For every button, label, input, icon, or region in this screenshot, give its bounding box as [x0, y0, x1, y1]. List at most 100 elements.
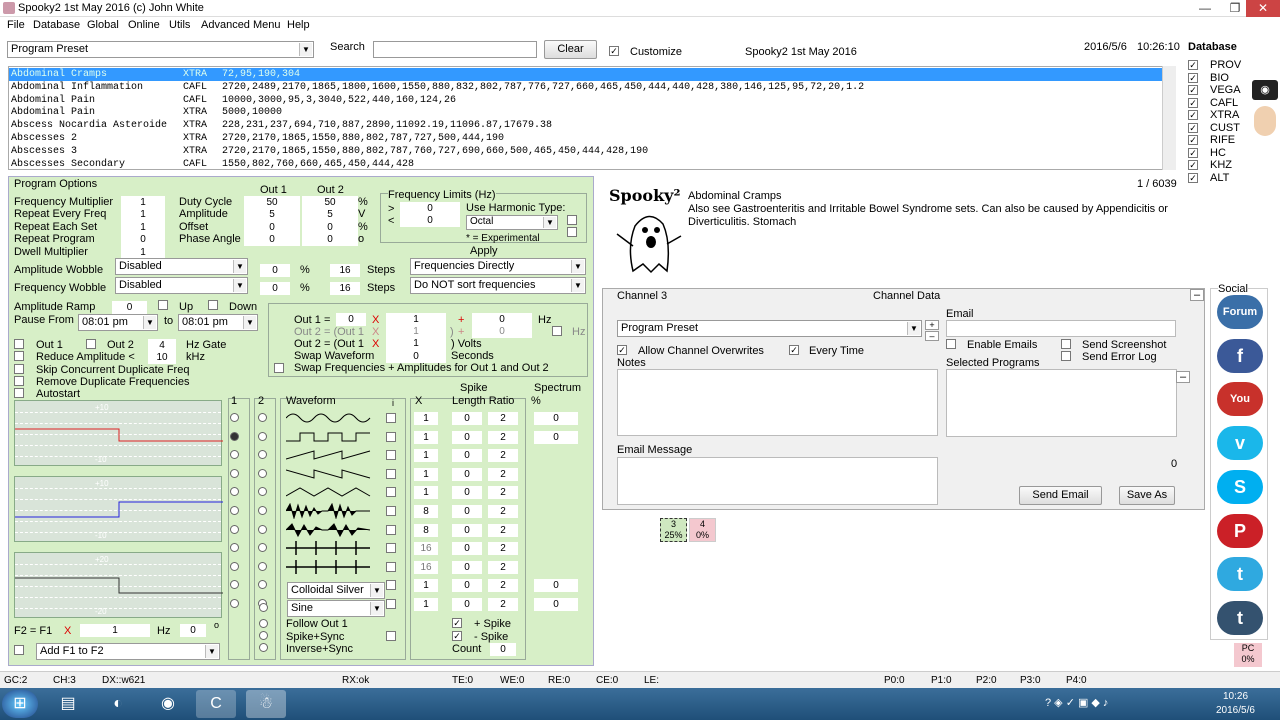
out1-checkbox[interactable]	[14, 339, 24, 349]
allow-overwrite-checkbox[interactable]: ✓	[617, 345, 627, 355]
pause-from-picker[interactable]: 08:01 pm ▼	[78, 314, 158, 331]
follow-radio[interactable]	[259, 603, 268, 612]
eq-add2-input[interactable]: 0	[472, 325, 532, 338]
program-list[interactable]: Abdominal Cramps XTRA 72,95,190,304 Abdomin…	[8, 66, 1176, 170]
database-item[interactable]: ✓ RIFE	[1188, 134, 1248, 146]
program-row[interactable]: Abscesses 3 XTRA 2720,2170,1865,1550,880,8…	[9, 145, 1169, 158]
spike-ratio-input[interactable]: 2	[488, 412, 518, 425]
waveform-x-input[interactable]: 16	[414, 542, 438, 556]
out1-option-input[interactable]: 5	[244, 208, 300, 222]
database-item[interactable]: ✓ CUST	[1188, 122, 1248, 134]
database-item[interactable]: ✓ CAFL	[1188, 97, 1248, 109]
chrome-icon[interactable]: ◉	[148, 690, 188, 718]
waveform-x-input[interactable]: 1	[414, 598, 438, 611]
vimeo-icon[interactable]: v	[1217, 426, 1263, 461]
waveform-checkbox[interactable]	[386, 524, 396, 535]
add-f1-dropdown[interactable]: Add F1 to F2 ▼	[36, 643, 220, 660]
spike-ratio-input[interactable]: 2	[488, 467, 518, 481]
database-item[interactable]: ✓ ALT	[1188, 172, 1248, 184]
freq-wobble-pct-input[interactable]: 0	[260, 282, 290, 295]
option-input[interactable]: 1	[121, 245, 165, 259]
minimize-button[interactable]: —	[1190, 0, 1220, 17]
enable-emails-checkbox[interactable]	[946, 339, 956, 349]
channel-preset-dropdown[interactable]: Program Preset ▼	[617, 320, 922, 337]
out2-wave-radio[interactable]	[258, 561, 267, 571]
support-avatar-icon[interactable]	[1254, 106, 1276, 136]
remove-duplicate-checkbox[interactable]	[14, 376, 24, 386]
spike-sync-checkbox[interactable]	[386, 631, 396, 641]
program-row[interactable]: Abdominal Pain XTRA 5000,10000	[9, 106, 1169, 119]
waveform-checkbox[interactable]	[386, 543, 396, 554]
waveform-x-input[interactable]: 1	[414, 449, 438, 463]
inverse-radio-b[interactable]	[259, 643, 268, 652]
app-task-icon[interactable]: C	[196, 690, 236, 718]
program-row[interactable]: Abdominal Pain CAFL 10000,3000,95,3,3040,5…	[9, 94, 1169, 107]
tray-icons[interactable]: ? ◈ ✓ ▣ ◆ ♪	[1045, 696, 1108, 709]
program-row[interactable]: Abscesses 2 XTRA 2720,2170,1865,1550,880,8…	[9, 132, 1169, 145]
waveform-checkbox[interactable]	[386, 506, 396, 516]
eq-out2-checkbox[interactable]	[552, 326, 562, 336]
option-input[interactable]: 0	[121, 233, 165, 247]
customize-checkbox[interactable]: ✓	[609, 46, 619, 56]
spike-ratio-input[interactable]: 2	[488, 598, 518, 611]
waveform-checkbox[interactable]	[386, 450, 396, 461]
reduce-checkbox[interactable]	[14, 351, 24, 361]
amp-wobble-dropdown[interactable]: Disabled ▼	[115, 258, 248, 275]
skip-duplicate-checkbox[interactable]	[14, 364, 24, 374]
option-input[interactable]: 1	[121, 220, 165, 234]
database-checkbox[interactable]: ✓	[1188, 160, 1198, 170]
count-input[interactable]: 0	[490, 643, 516, 656]
database-checkbox[interactable]: ✓	[1188, 135, 1198, 145]
database-checkbox[interactable]: ✓	[1188, 147, 1198, 158]
database-checkbox[interactable]: ✓	[1188, 72, 1198, 83]
out1-wave-radio[interactable]	[230, 561, 239, 571]
plus-spike-checkbox[interactable]: ✓	[452, 618, 462, 628]
swap-freq-checkbox[interactable]	[274, 363, 284, 373]
waveform-x-input[interactable]: 8	[414, 505, 438, 518]
camera-icon[interactable]: ◉	[1252, 80, 1278, 100]
minus-spike-checkbox[interactable]: ✓	[452, 631, 462, 641]
database-checkbox[interactable]: ✓	[1188, 110, 1198, 120]
database-item[interactable]: ✓ BIO	[1188, 72, 1248, 84]
waveform-checkbox[interactable]	[386, 561, 396, 572]
custom-waveform2-dropdown[interactable]: Sine ▼	[287, 600, 385, 617]
waveform-x-input[interactable]: 1	[414, 486, 438, 500]
custom-waveform-dropdown[interactable]: Colloidal Silver ▼	[287, 582, 385, 599]
database-item[interactable]: ✓ KHZ	[1188, 159, 1248, 171]
spike-ratio-input[interactable]: 2	[488, 579, 518, 593]
amp-wobble-steps-input[interactable]: 16	[330, 264, 360, 277]
harmonic-checkbox-2[interactable]	[567, 227, 577, 237]
menu-help[interactable]: Help	[287, 19, 310, 31]
out1-wave-radio[interactable]	[230, 413, 239, 422]
waveform-checkbox[interactable]	[386, 431, 396, 442]
database-item[interactable]: ✓ VEGA	[1188, 84, 1248, 96]
menu-database[interactable]: Database	[33, 19, 80, 31]
close-button[interactable]: ✕	[1246, 0, 1280, 17]
firefox-icon[interactable]: ◐	[98, 690, 138, 718]
spike-length-input[interactable]: 0	[452, 598, 482, 611]
tumblr-icon[interactable]: t	[1217, 600, 1263, 635]
spike-ratio-input[interactable]: 2	[488, 505, 518, 518]
spike-sync-radio[interactable]	[259, 619, 268, 628]
skype-icon[interactable]: S	[1217, 469, 1263, 504]
spike-length-input[interactable]: 0	[452, 560, 482, 574]
out2-wave-radio[interactable]	[258, 468, 267, 478]
out1-option-input[interactable]: 0	[244, 220, 300, 234]
waveform-checkbox[interactable]	[386, 468, 396, 479]
out1-wave-radio[interactable]	[230, 431, 239, 441]
out2-wave-radio[interactable]	[258, 413, 267, 422]
out2-wave-radio[interactable]	[258, 524, 267, 534]
menu-global[interactable]: Global	[87, 19, 119, 31]
amp-wobble-pct-input[interactable]: 0	[260, 264, 290, 277]
spike-ratio-input[interactable]: 2	[488, 523, 518, 537]
spike-ratio-input[interactable]: 2	[488, 449, 518, 463]
spike-length-input[interactable]: 0	[452, 412, 482, 425]
collapse-icon[interactable]: –	[1190, 289, 1204, 301]
spectrum-input[interactable]: 0	[534, 579, 578, 593]
send-email-button[interactable]: Send Email	[1019, 486, 1102, 505]
menu-utils[interactable]: Utils	[169, 19, 190, 31]
sort-dropdown[interactable]: Do NOT sort frequencies ▼	[410, 277, 586, 294]
pause-to-picker[interactable]: 08:01 pm ▼	[178, 314, 258, 331]
out1-wave-radio[interactable]	[230, 506, 239, 515]
harmonic-dropdown[interactable]: Octal ▼	[466, 215, 558, 230]
